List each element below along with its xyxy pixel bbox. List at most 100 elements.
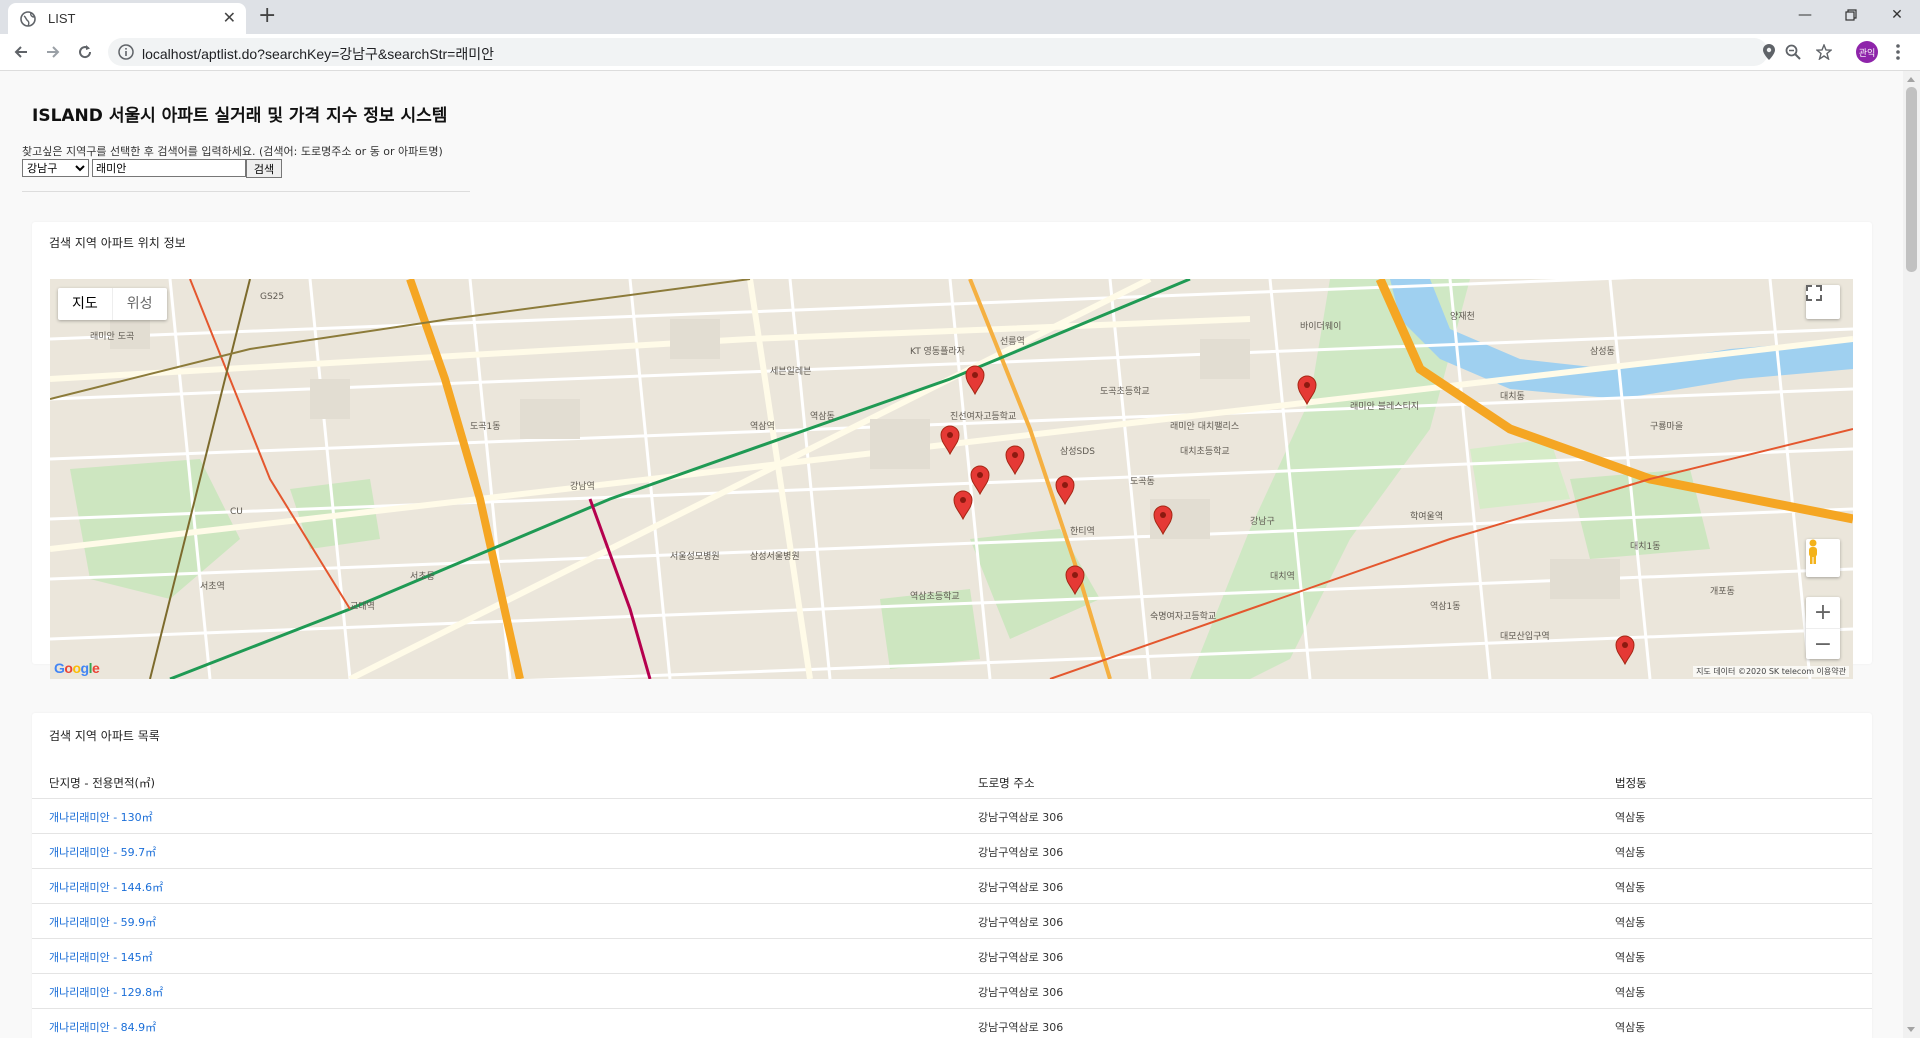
- url-text: localhost/aptlist.do?searchKey=강남구&searc…: [142, 46, 494, 62]
- map-type-control: 지도 위성: [58, 288, 167, 320]
- tab-title: LIST: [48, 11, 76, 26]
- search-input[interactable]: [92, 159, 246, 177]
- map-place-label: 선릉역: [1000, 336, 1025, 347]
- road-address: 강남구역삼로 306: [978, 811, 1064, 824]
- apartment-link[interactable]: 개나리래미안 - 129.8㎡: [49, 984, 163, 1000]
- bookmark-star-icon[interactable]: [1815, 43, 1833, 61]
- apartment-link[interactable]: 개나리래미안 - 130㎡: [49, 809, 153, 825]
- reload-icon[interactable]: [74, 41, 96, 63]
- map-place-label: 대치1동: [1630, 540, 1661, 552]
- map-place-label: 역삼1동: [1430, 601, 1461, 612]
- map-place-label: 역삼동: [810, 411, 835, 422]
- back-icon[interactable]: [10, 41, 32, 63]
- page-title: ISLAND 서울시 아파트 실거래 및 가격 지수 정보 시스템: [32, 106, 448, 126]
- legal-dong: 역삼동: [1615, 916, 1646, 929]
- map-place-label: 강남구: [1250, 516, 1275, 527]
- map-attribution[interactable]: 지도 데이터 ©2020 SK telecom 이용약관: [1693, 666, 1849, 677]
- menu-icon[interactable]: [1890, 41, 1906, 63]
- apartment-list-card: 검색 지역 아파트 목록 단지명 - 전용면적(㎡) 도로명 주소 법정동 개나…: [32, 713, 1872, 1038]
- road-address: 강남구역삼로 306: [978, 846, 1064, 859]
- map-canvas[interactable]: 세븐일레븐 GS25 CU 역삼동강남역 역삼역 선릉역한티역 대치동도곡동 삼성동개포동 강남…: [50, 279, 1853, 679]
- address-bar[interactable]: localhost/aptlist.do?searchKey=강남구&searc…: [108, 38, 1775, 66]
- map-place-label: 삼성동: [1590, 346, 1615, 357]
- road-address: 강남구역삼로 306: [978, 1021, 1064, 1034]
- map-place-label: 대모산입구역: [1500, 630, 1550, 642]
- satellite-tab[interactable]: 위성: [111, 288, 167, 320]
- map-place-label: 강남역: [570, 481, 595, 492]
- legal-dong: 역삼동: [1615, 846, 1646, 859]
- scroll-down-arrow-icon[interactable]: [1907, 1027, 1915, 1032]
- map-card-title: 검색 지역 아파트 위치 정보: [49, 236, 186, 250]
- apartment-link[interactable]: 개나리래미안 - 144.6㎡: [49, 879, 163, 895]
- browser-tab[interactable]: LIST ✕: [8, 3, 246, 34]
- map-place-label: 양재천: [1450, 311, 1475, 322]
- apartment-link[interactable]: 개나리래미안 - 84.9㎡: [49, 1019, 156, 1035]
- column-header-name: 단지명 - 전용면적(㎡): [49, 776, 155, 790]
- map-place-label: 대치동: [1500, 390, 1525, 402]
- table-row: 개나리래미안 - 129.8㎡ 강남구역삼로 306 역삼동: [32, 973, 1872, 1008]
- legal-dong: 역삼동: [1615, 1021, 1646, 1034]
- new-tab-icon[interactable]: +: [258, 3, 276, 29]
- map-place-label: 래미안 대치팰리스: [1170, 420, 1239, 432]
- apartment-link[interactable]: 개나리래미안 - 145㎡: [49, 949, 153, 965]
- column-header-dong: 법정동: [1615, 776, 1647, 790]
- divider: [22, 191, 470, 192]
- map-place-label: 도곡동: [1130, 476, 1155, 487]
- close-tab-icon[interactable]: ✕: [223, 8, 236, 28]
- map-place-label: 대치역: [1270, 570, 1295, 582]
- map-place-label: 래미안 블레스티지: [1350, 401, 1419, 412]
- zoom-control: + −: [1806, 597, 1840, 659]
- table-row: 개나리래미안 - 145㎡ 강남구역삼로 306 역삼동: [32, 938, 1872, 973]
- scrollbar-thumb[interactable]: [1906, 87, 1917, 272]
- list-card-title: 검색 지역 아파트 목록: [49, 729, 160, 743]
- map-tab[interactable]: 지도: [58, 288, 112, 320]
- map-place-label: 래미안 도곡: [90, 331, 134, 342]
- map-place-label: 학여울역: [1410, 510, 1443, 522]
- zoom-out-icon[interactable]: −: [1806, 628, 1840, 660]
- map-place-label: CU: [230, 507, 243, 517]
- map-place-label: 세븐일레븐: [770, 366, 811, 377]
- google-map[interactable]: 세븐일레븐 GS25 CU 역삼동 강남역 역삼역 선릉역 한티역 대치동 도곡동 삼성동 개포동 강남…: [50, 279, 1853, 679]
- table-row: 개나리래미안 - 130㎡ 강남구역삼로 306 역삼동: [32, 798, 1872, 833]
- map-place-label: 교대역: [350, 601, 375, 612]
- legal-dong: 역삼동: [1615, 986, 1646, 999]
- profile-avatar[interactable]: 관익: [1856, 41, 1878, 63]
- table-row: 개나리래미안 - 84.9㎡ 강남구역삼로 306 역삼동: [32, 1008, 1872, 1038]
- map-place-label: 도곡1동: [470, 421, 501, 432]
- apartment-link[interactable]: 개나리래미안 - 59.7㎡: [49, 844, 156, 860]
- map-place-label: 서초동: [410, 571, 435, 582]
- road-address: 강남구역삼로 306: [978, 881, 1064, 894]
- map-place-label: 대치초등학교: [1180, 445, 1230, 457]
- search-button[interactable]: 검색: [246, 159, 282, 178]
- road-address: 강남구역삼로 306: [978, 916, 1064, 929]
- apartment-link[interactable]: 개나리래미안 - 59.9㎡: [49, 914, 156, 930]
- map-place-label: 개포동: [1710, 586, 1735, 597]
- map-place-label: 삼성SDS: [1060, 446, 1095, 457]
- map-place-label: 숙명여자고등학교: [1150, 610, 1216, 622]
- pegman-icon[interactable]: [1806, 539, 1840, 577]
- close-window-icon[interactable]: ✕: [1874, 0, 1920, 30]
- zoom-icon[interactable]: [1784, 43, 1802, 61]
- scroll-up-arrow-icon[interactable]: [1907, 77, 1915, 82]
- map-card: 검색 지역 아파트 위치 정보 세븐일레븐 GS25 CU 역삼동 강남역 역삼…: [32, 222, 1872, 679]
- legal-dong: 역삼동: [1615, 811, 1646, 824]
- map-place-label: 서울성모병원: [670, 551, 720, 562]
- table-row: 개나리래미안 - 59.9㎡ 강남구역삼로 306 역삼동: [32, 903, 1872, 938]
- google-logo: Google: [54, 660, 100, 676]
- district-select[interactable]: 강남구: [22, 159, 89, 177]
- location-icon[interactable]: [1760, 43, 1778, 61]
- map-place-label: 한티역: [1070, 526, 1095, 537]
- info-icon[interactable]: [118, 44, 134, 60]
- fullscreen-icon[interactable]: [1806, 285, 1840, 319]
- map-place-label: 서초역: [200, 581, 225, 592]
- page-content: ISLAND 서울시 아파트 실거래 및 가격 지수 정보 시스템 찾고싶은 지…: [0, 71, 1903, 1038]
- forward-icon[interactable]: [42, 41, 64, 63]
- browser-toolbar: localhost/aptlist.do?searchKey=강남구&searc…: [0, 34, 1920, 71]
- minimize-icon[interactable]: —: [1782, 0, 1828, 30]
- restore-icon[interactable]: [1828, 0, 1874, 30]
- table-row: 개나리래미안 - 59.7㎡ 강남구역삼로 306 역삼동: [32, 833, 1872, 868]
- legal-dong: 역삼동: [1615, 951, 1646, 964]
- browser-tab-bar: LIST ✕ + — ✕: [0, 0, 1920, 34]
- zoom-in-icon[interactable]: +: [1806, 597, 1840, 628]
- page-scrollbar[interactable]: [1903, 71, 1920, 1038]
